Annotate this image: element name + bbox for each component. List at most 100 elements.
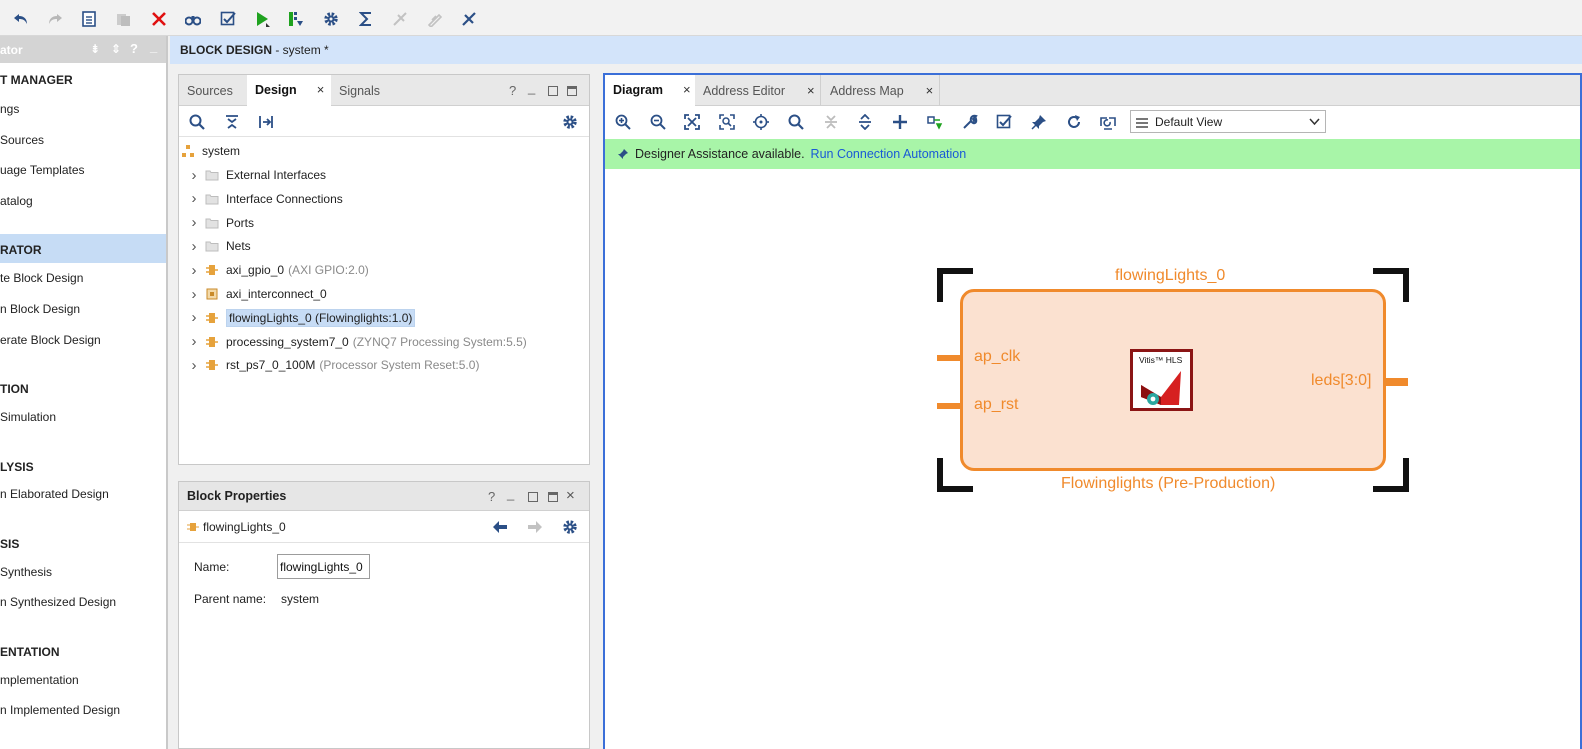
sigma-icon[interactable] [355, 8, 377, 30]
help-icon[interactable]: ? [488, 489, 495, 504]
regenerate-layout-icon[interactable] [1100, 114, 1116, 130]
search-icon[interactable] [788, 114, 804, 130]
port-leds-pin[interactable] [1386, 378, 1408, 386]
maximize-icon[interactable] [528, 492, 538, 502]
close-icon[interactable]: × [683, 82, 691, 97]
flow-item-generate-block-design[interactable]: erate Block Design [0, 333, 101, 347]
copy-icon[interactable] [113, 8, 135, 30]
chevron-right-icon[interactable]: › [187, 286, 201, 303]
zoom-area-icon[interactable] [719, 114, 735, 130]
run-icon[interactable] [251, 8, 273, 30]
validate-design-icon[interactable] [996, 114, 1012, 130]
minimize-icon[interactable]: _ [528, 80, 535, 95]
add-ip-icon[interactable] [892, 114, 908, 130]
flow-item-language-templates[interactable]: uage Templates [0, 163, 85, 177]
settings-icon[interactable] [562, 519, 578, 535]
settings-icon[interactable] [562, 114, 578, 130]
binoculars-icon[interactable] [182, 8, 204, 30]
flow-item-open-block-design[interactable]: n Block Design [0, 302, 80, 316]
flow-item-run-implementation[interactable]: mplementation [0, 673, 79, 687]
zoom-fit-icon[interactable] [684, 114, 700, 130]
tab-address-editor[interactable]: Address Editor × [695, 75, 821, 106]
flow-section-ip-integrator[interactable]: RATOR [0, 243, 42, 257]
minimize-icon[interactable]: _ [150, 39, 157, 54]
tree-row[interactable]: › External Interfaces [187, 164, 327, 186]
target-icon[interactable] [753, 114, 769, 130]
tab-design[interactable]: Design × [247, 75, 331, 106]
flow-section-simulation[interactable]: TION [0, 382, 29, 396]
tab-signals[interactable]: Signals [331, 75, 399, 106]
debug-disabled-icon[interactable] [389, 8, 411, 30]
zoom-in-icon[interactable] [615, 114, 631, 130]
diagram-canvas[interactable]: flowingLights_0 ap_clk ap_rst leds[3:0] … [605, 169, 1580, 749]
redo-icon[interactable] [44, 8, 66, 30]
wrench-icon[interactable] [962, 114, 978, 130]
undo-icon[interactable] [10, 8, 32, 30]
tree-root-system[interactable]: system [181, 140, 240, 162]
make-external-icon[interactable] [927, 114, 943, 130]
tree-row[interactable]: › rst_ps7_0_100M (Processor System Reset:5… [187, 354, 480, 376]
close-icon[interactable]: × [926, 83, 934, 98]
delete-icon[interactable] [148, 8, 170, 30]
forward-arrow-icon[interactable] [527, 520, 543, 534]
flow-item-run-synthesis[interactable]: Synthesis [0, 565, 52, 579]
chevron-right-icon[interactable]: › [187, 262, 201, 279]
chevron-right-icon[interactable]: › [187, 214, 201, 231]
flow-section-rtl-analysis[interactable]: LYSIS [0, 460, 34, 474]
close-icon[interactable]: × [566, 487, 575, 504]
edit-disabled-icon[interactable] [424, 8, 446, 30]
tree-row[interactable]: › Nets [187, 235, 251, 257]
port-ap-clk-pin[interactable] [937, 355, 961, 361]
flow-item-open-synthesized-design[interactable]: n Synthesized Design [0, 595, 116, 609]
pin-icon[interactable] [1031, 114, 1047, 130]
flow-item-add-sources[interactable]: Sources [0, 133, 44, 147]
tree-row[interactable]: › processing_system7_0 (ZYNQ7 Processing S… [187, 331, 527, 353]
tree-row[interactable]: › Interface Connections [187, 188, 343, 210]
report-icon[interactable] [78, 8, 100, 30]
chevron-right-icon[interactable]: › [187, 357, 201, 374]
float-icon[interactable] [548, 492, 558, 502]
expand-all-icon[interactable] [258, 114, 274, 130]
tab-diagram[interactable]: Diagram × [605, 75, 695, 106]
program-icon[interactable] [285, 8, 307, 30]
maximize-icon[interactable] [548, 86, 558, 96]
validate-icon[interactable] [217, 8, 239, 30]
flow-item-ip-catalog[interactable]: atalog [0, 194, 33, 208]
tree-row[interactable]: › axi_gpio_0 (AXI GPIO:2.0) [187, 259, 369, 281]
tree-row[interactable]: › axi_interconnect_0 [187, 283, 327, 305]
search-icon[interactable] [189, 114, 205, 130]
float-icon[interactable] [567, 86, 577, 96]
chevron-right-icon[interactable]: › [187, 167, 201, 184]
chevron-right-icon[interactable]: › [187, 309, 201, 326]
flow-section-implementation[interactable]: ENTATION [0, 645, 60, 659]
refresh-icon[interactable] [1066, 114, 1082, 130]
back-arrow-icon[interactable] [492, 520, 508, 534]
minimize-icon[interactable]: _ [507, 486, 514, 501]
flow-item-run-simulation[interactable]: Simulation [0, 410, 56, 424]
tab-sources[interactable]: Sources [179, 75, 247, 106]
flow-section-project-manager[interactable]: T MANAGER [0, 73, 73, 87]
flow-item-create-block-design[interactable]: te Block Design [0, 271, 83, 285]
help-icon[interactable]: ? [509, 83, 516, 98]
collapse-all-icon[interactable] [823, 114, 839, 130]
chevron-right-icon[interactable]: › [187, 333, 201, 350]
chevron-right-icon[interactable]: › [187, 238, 201, 255]
tree-row[interactable]: › flowingLights_0 (Flowinglights:1.0) [187, 307, 416, 329]
flow-item-settings[interactable]: ngs [0, 102, 19, 116]
name-field[interactable] [277, 554, 370, 579]
collapse-all-icon[interactable] [224, 114, 240, 130]
close-icon[interactable]: × [317, 82, 325, 97]
tools-icon[interactable] [458, 8, 480, 30]
zoom-out-icon[interactable] [650, 114, 666, 130]
view-select-dropdown[interactable]: Default View [1130, 110, 1326, 133]
flow-item-open-implemented-design[interactable]: n Implemented Design [0, 703, 120, 717]
settings-icon[interactable] [320, 8, 342, 30]
close-icon[interactable]: × [807, 83, 815, 98]
expand-all-icon[interactable] [857, 114, 873, 130]
tab-address-map[interactable]: Address Map × [822, 75, 940, 106]
chevron-right-icon[interactable]: › [187, 190, 201, 207]
port-ap-rst-pin[interactable] [937, 403, 961, 409]
tree-row[interactable]: › Ports [187, 212, 255, 234]
expand-icon[interactable]: ⇕ [111, 42, 121, 56]
flow-section-synthesis[interactable]: SIS [0, 537, 19, 551]
